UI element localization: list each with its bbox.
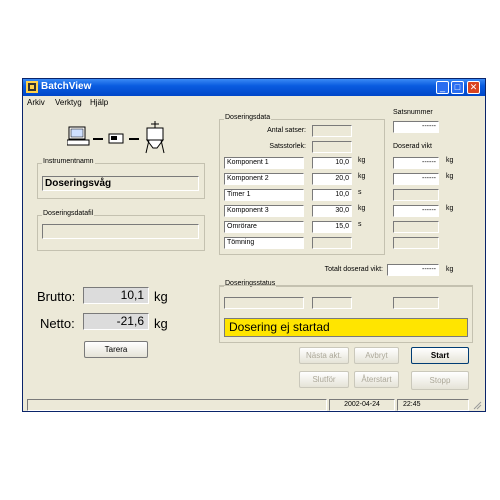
row-name-timer-1: Timer 1 <box>224 189 304 201</box>
statusbar-time: 22:45 <box>397 399 469 411</box>
dosed-unit-komponent-2: kg <box>446 173 454 180</box>
total-label: Totalt doserad vikt: <box>324 266 383 273</box>
cancel-button[interactable]: Avbryt <box>354 347 399 364</box>
satsnummer-field: ------ <box>393 121 439 133</box>
doseringsdata-group-label: Doseringsdata <box>224 114 272 121</box>
window-title: BatchView <box>41 81 92 92</box>
status-field-3 <box>393 297 439 309</box>
antal-satser-label: Antal satser: <box>267 127 306 134</box>
row-value-omrorare[interactable]: 15,0 <box>312 221 352 233</box>
satsstorlek-label: Satsstorlek: <box>269 143 306 150</box>
dosed-tomning <box>393 237 439 249</box>
resize-grip-icon[interactable] <box>472 400 482 410</box>
brutto-label: Brutto: <box>37 289 76 304</box>
dosed-komponent-3: ------ <box>393 205 439 217</box>
dosed-unit-komponent-3: kg <box>446 205 454 212</box>
row-unit-komponent-2: kg <box>358 173 366 180</box>
dosed-timer-1 <box>393 189 439 201</box>
netto-value: -21,6 <box>83 313 149 330</box>
antal-satser-field <box>312 125 352 137</box>
app-icon <box>26 81 38 93</box>
stop-button[interactable]: Stopp <box>411 371 469 390</box>
row-name-tomning: Tömning <box>224 237 304 249</box>
satsnummer-label: Satsnummer <box>393 109 433 116</box>
row-value-komponent-2[interactable]: 20,0 <box>312 173 352 185</box>
statusbar-pane-main <box>27 399 327 411</box>
tare-button[interactable]: Tarera <box>84 341 148 358</box>
scale-connection-diagram <box>67 121 165 154</box>
menu-bar: Arkiv Verktyg Hjälp <box>23 97 485 109</box>
dosing-status-message: Dosering ej startad <box>224 318 468 337</box>
brutto-value: 10,1 <box>83 287 149 304</box>
row-name-komponent-1: Komponent 1 <box>224 157 304 169</box>
row-name-komponent-3: Komponent 3 <box>224 205 304 217</box>
row-value-tomning <box>312 237 352 249</box>
total-field: ------ <box>387 264 439 276</box>
status-field-2 <box>312 297 352 309</box>
row-name-komponent-2: Komponent 2 <box>224 173 304 185</box>
dosed-omrorare <box>393 221 439 233</box>
brutto-unit: kg <box>154 289 168 304</box>
menu-verktyg[interactable]: Verktyg <box>55 98 82 107</box>
row-unit-komponent-1: kg <box>358 157 366 164</box>
netto-label: Netto: <box>40 316 75 331</box>
close-button[interactable]: ✕ <box>467 81 480 94</box>
menu-hjalp[interactable]: Hjälp <box>90 98 108 107</box>
dosing-file-group-label: Doseringsdatafil <box>42 210 95 217</box>
restart-button[interactable]: Återstart <box>354 371 399 388</box>
row-value-komponent-1[interactable]: 10,0 <box>312 157 352 169</box>
start-button[interactable]: Start <box>411 347 469 364</box>
dosed-unit-komponent-1: kg <box>446 157 454 164</box>
dosed-komponent-2: ------ <box>393 173 439 185</box>
dosing-file-field <box>42 224 199 239</box>
row-unit-komponent-3: kg <box>358 205 366 212</box>
instrument-group-label: Instrumentnamn <box>42 158 95 165</box>
netto-unit: kg <box>154 316 168 331</box>
title-bar[interactable]: BatchView _ □ ✕ <box>23 79 485 96</box>
doserad-vikt-label: Doserad vikt <box>393 143 432 150</box>
status-field-1 <box>224 297 304 309</box>
tank-icon <box>145 121 165 154</box>
row-value-timer-1[interactable]: 10,0 <box>312 189 352 201</box>
menu-arkiv[interactable]: Arkiv <box>27 98 45 107</box>
finish-button[interactable]: Slutför <box>299 371 349 388</box>
statusbar-date: 2002-04-24 <box>329 399 395 411</box>
instrument-name-field: Doseringsvåg <box>42 176 199 191</box>
total-unit: kg <box>446 266 454 273</box>
batchview-window: BatchView _ □ ✕ Arkiv Verktyg Hjälp Inst… <box>22 78 486 412</box>
row-unit-timer-1: s <box>358 189 362 196</box>
satsstorlek-field <box>312 141 352 153</box>
row-name-omrorare: Omrörare <box>224 221 304 233</box>
doseringsdata-group: Doseringsdata <box>219 114 385 255</box>
computer-icon <box>67 126 90 146</box>
minimize-button[interactable]: _ <box>436 81 449 94</box>
row-value-komponent-3[interactable]: 30,0 <box>312 205 352 217</box>
dosed-komponent-1: ------ <box>393 157 439 169</box>
row-unit-omrorare: s <box>358 221 362 228</box>
next-act-button[interactable]: Nästa akt. <box>299 347 349 364</box>
maximize-button[interactable]: □ <box>451 81 464 94</box>
instrument-icon <box>108 133 124 144</box>
